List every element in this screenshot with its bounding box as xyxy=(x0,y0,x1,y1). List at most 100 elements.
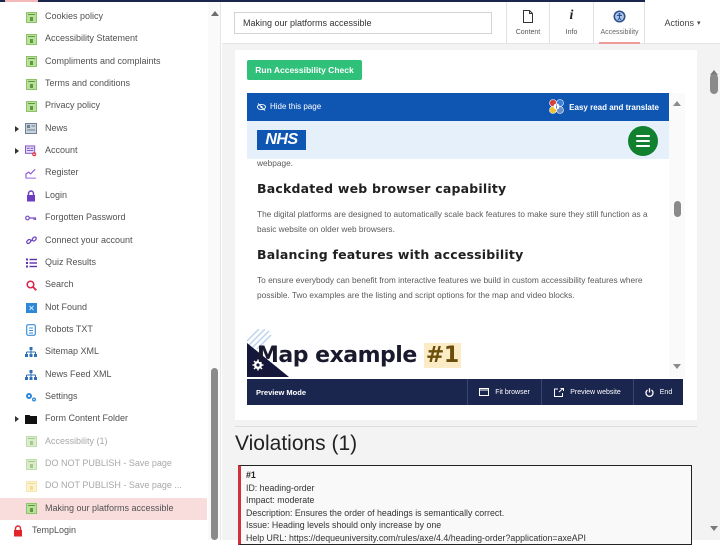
tree-item-label: Accessibility (1) xyxy=(45,435,108,446)
run-accessibility-check-button[interactable]: Run Accessibility Check xyxy=(247,60,362,80)
preview-top-bar: Hide this page i Easy read and translate xyxy=(247,93,669,121)
editor-header: Content i Info Accessibility Actions ▾ xyxy=(222,2,720,44)
tab-label: Content xyxy=(515,29,541,36)
scrollbar-thumb[interactable] xyxy=(710,74,718,94)
tree-item-label: News Feed XML xyxy=(45,368,112,379)
main-scrollbar[interactable] xyxy=(708,66,720,540)
end-preview-button[interactable]: End xyxy=(633,379,683,405)
tree-item[interactable]: Form Content Folder xyxy=(0,408,207,430)
external-link-icon xyxy=(554,387,565,397)
scroll-up-arrow-icon[interactable] xyxy=(673,101,681,106)
violation-impact: Impact: moderate xyxy=(246,495,315,505)
page-icon xyxy=(25,458,37,470)
tree-item[interactable]: Terms and conditions xyxy=(0,73,207,95)
section-body: To ensure everybody can benefit from int… xyxy=(257,275,643,300)
list-icon xyxy=(25,257,37,269)
tree-item[interactable]: Account xyxy=(0,140,207,162)
tree-item[interactable]: Cookies policy xyxy=(0,6,207,28)
violations-heading: Violations (1) xyxy=(235,432,358,455)
tree-item[interactable]: DO NOT PUBLISH - Save page xyxy=(0,453,207,475)
tree-item-label: Terms and conditions xyxy=(45,78,131,89)
violation-issue: Issue: Heading levels should only increa… xyxy=(246,520,442,530)
tree-item[interactable]: News xyxy=(0,118,207,140)
map-example-heading: Map example #1 xyxy=(257,343,461,368)
scroll-down-arrow-icon[interactable] xyxy=(710,526,718,531)
tree-item[interactable]: Robots TXT xyxy=(0,319,207,341)
tree-item[interactable]: News Feed XML xyxy=(0,364,207,386)
tab-label: Info xyxy=(565,29,578,36)
hide-this-page-label: Hide this page xyxy=(270,102,322,111)
tab-info[interactable]: i Info xyxy=(549,2,593,44)
tree-item[interactable]: Making our platforms accessible xyxy=(0,497,207,520)
tree-item[interactable]: Sitemap XML xyxy=(0,341,207,363)
tree-item-label: Cookies policy xyxy=(45,11,104,21)
tree-item[interactable]: Login xyxy=(0,185,207,207)
tree-item-label: Compliments and complaints xyxy=(45,55,161,66)
page-preview: Hide this page i Easy read and translate… xyxy=(247,93,685,405)
tree-item[interactable]: Accessibility Statement xyxy=(0,28,207,50)
tree-item-label: Privacy policy xyxy=(45,100,101,111)
tree-item-label: Sitemap XML xyxy=(45,346,100,357)
expand-caret-icon[interactable] xyxy=(15,416,19,423)
tree-item-label: DO NOT PUBLISH - Save page ... xyxy=(45,480,182,491)
tree-item-label: Accessibility Statement xyxy=(45,33,138,44)
page-icon xyxy=(25,100,37,112)
tab-accessibility[interactable]: Accessibility xyxy=(593,2,645,44)
tree-item[interactable]: Compliments and complaints xyxy=(0,51,207,73)
preview-website-label: Preview website xyxy=(570,388,621,396)
preview-scrollbar[interactable] xyxy=(669,93,685,377)
register-icon xyxy=(25,167,37,179)
tree-item-label: Register xyxy=(45,167,79,178)
tree-item[interactable]: TempLogin xyxy=(0,520,207,540)
sitemap-icon xyxy=(25,346,37,358)
page-icon xyxy=(25,11,37,23)
lock-icon xyxy=(25,190,37,202)
tree-item[interactable]: Settings xyxy=(0,386,207,408)
search-icon xyxy=(25,279,37,291)
tab-content[interactable]: Content xyxy=(506,2,549,44)
tree-item-label: Forgotten Password xyxy=(45,212,126,223)
fit-browser-button[interactable]: Fit browser xyxy=(467,379,541,405)
page-icon xyxy=(25,436,37,448)
accessibility-card: Run Accessibility Check Hide this page i… xyxy=(235,50,697,420)
tree-item[interactable]: Search xyxy=(0,274,207,296)
tree-item[interactable]: Accessibility (1) xyxy=(0,431,207,453)
actions-label: Actions xyxy=(664,18,694,28)
hamburger-menu-icon[interactable] xyxy=(628,126,658,156)
account-icon xyxy=(25,145,37,157)
violation-number: #1 xyxy=(246,470,256,480)
info-icon: i xyxy=(569,8,574,23)
nhs-site-header: NHS xyxy=(247,121,669,159)
divider xyxy=(235,426,697,427)
page-icon xyxy=(25,56,37,68)
scrollbar-thumb[interactable] xyxy=(211,368,218,540)
tree-item[interactable]: Forgotten Password xyxy=(0,207,207,229)
scroll-up-arrow-icon[interactable] xyxy=(211,11,219,16)
scroll-down-arrow-icon[interactable] xyxy=(673,364,681,369)
easy-read-label: Easy read and translate xyxy=(569,102,659,112)
tree-item[interactable]: Not Found xyxy=(0,297,207,319)
tree-item[interactable]: DO NOT PUBLISH - Save page ... xyxy=(0,475,207,497)
sidebar-scrollbar[interactable] xyxy=(208,2,220,540)
window-icon xyxy=(479,388,490,396)
page-title-input[interactable] xyxy=(234,12,492,34)
tree-item-label: Robots TXT xyxy=(45,323,93,334)
scrollbar-thumb[interactable] xyxy=(674,201,681,217)
section-body: The digital platforms are designed to au… xyxy=(257,209,648,234)
tree-item[interactable]: Connect your account xyxy=(0,230,207,252)
document-icon xyxy=(507,9,549,23)
easy-read-link[interactable]: i Easy read and translate xyxy=(548,98,659,116)
news-icon xyxy=(25,123,37,135)
preview-website-button[interactable]: Preview website xyxy=(541,379,633,405)
tree-item[interactable]: Privacy policy xyxy=(0,95,207,117)
violation-help-url[interactable]: Help URL: https://dequeuniversity.com/ru… xyxy=(246,532,686,545)
folder-icon xyxy=(25,413,37,425)
actions-dropdown[interactable]: Actions ▾ xyxy=(644,2,720,44)
expand-caret-icon[interactable] xyxy=(15,125,19,132)
tree-item[interactable]: Register xyxy=(0,162,207,184)
chevron-down-icon: ▾ xyxy=(697,20,701,27)
tree-item[interactable]: Quiz Results xyxy=(0,252,207,274)
hide-this-page-link[interactable]: Hide this page xyxy=(257,102,321,111)
violation-id: ID: heading-order xyxy=(246,482,315,493)
expand-caret-icon[interactable] xyxy=(15,148,19,155)
